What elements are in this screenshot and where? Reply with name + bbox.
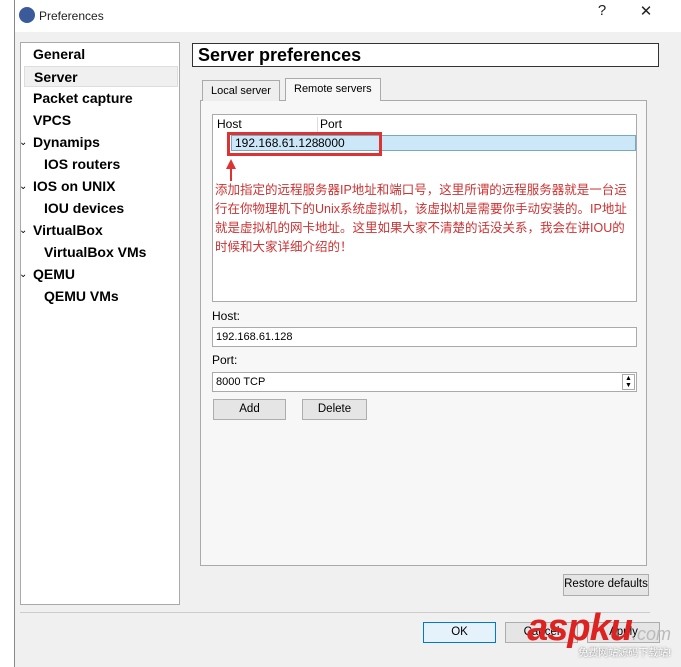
sidebar-item[interactable]: Packet capture — [33, 88, 133, 109]
sidebar-item[interactable]: ⌄ QEMU — [19, 264, 75, 285]
watermark-brand: aspku — [527, 607, 633, 649]
watermark-logo: aspku.com 免费网站源码下载站! — [527, 607, 671, 659]
sidebar-item[interactable]: ⌄ VirtualBox — [19, 220, 103, 241]
sidebar-item[interactable]: VPCS — [33, 110, 71, 131]
sidebar-item-label: Server — [34, 69, 78, 85]
spin-arrows-icon[interactable]: ▲ ▼ — [622, 374, 635, 390]
sidebar-item-label: VirtualBox — [33, 222, 103, 238]
port-value: 8000 TCP — [216, 376, 266, 388]
sidebar-item-label: Packet capture — [33, 90, 133, 106]
highlight-box — [227, 132, 382, 156]
chevron-down-icon[interactable]: ⌄ — [19, 264, 27, 285]
add-button[interactable]: Add — [213, 399, 286, 420]
watermark-suffix: .com — [631, 624, 671, 644]
sidebar-item[interactable]: ⌄ IOS on UNIX — [19, 176, 116, 197]
title-bar: Preferences ? ✕ — [15, 0, 681, 32]
chevron-down-icon[interactable]: ⌄ — [19, 220, 27, 241]
preferences-dialog: Preferences ? ✕ General Server Packet capt… — [14, 0, 681, 667]
delete-button[interactable]: Delete — [302, 399, 367, 420]
window-title: Preferences — [39, 9, 104, 23]
restore-defaults-button[interactable]: Restore defaults — [563, 574, 649, 596]
sidebar-item[interactable]: IOS routers — [44, 154, 120, 175]
help-button[interactable]: ? — [587, 2, 617, 19]
column-host: Host — [217, 117, 242, 131]
preferences-sidebar: General Server Packet capture VPCS ⌄ Dynamips… — [19, 42, 180, 605]
sidebar-item[interactable]: VirtualBox VMs — [44, 242, 146, 263]
sidebar-item-label: QEMU — [33, 266, 75, 282]
close-button[interactable]: ✕ — [631, 2, 661, 20]
host-label: Host: — [212, 309, 241, 323]
sidebar-item[interactable]: QEMU VMs — [44, 286, 119, 307]
tab-local-server[interactable]: Local server — [202, 80, 280, 101]
sidebar-item[interactable]: IOU devices — [44, 198, 124, 219]
column-port: Port — [317, 117, 342, 132]
sidebar-item[interactable]: Server — [24, 66, 178, 87]
chevron-down-icon[interactable]: ⌄ — [19, 176, 27, 197]
sidebar-item-label: QEMU VMs — [44, 288, 119, 304]
arrow-shaft — [230, 167, 232, 181]
sidebar-item-label: VirtualBox VMs — [44, 244, 147, 260]
host-input[interactable]: 192.168.61.128 — [212, 327, 637, 347]
sidebar-item-label: IOS routers — [44, 156, 121, 172]
sidebar-item[interactable]: General — [33, 44, 85, 65]
port-spinbox[interactable]: 8000 TCP ▲ ▼ — [212, 372, 637, 392]
chevron-down-icon[interactable]: ⌄ — [19, 132, 27, 153]
sidebar-item[interactable]: ⌄ Dynamips — [19, 132, 100, 153]
port-label: Port: — [212, 353, 238, 367]
server-list[interactable]: Host Port 192.168.61.128 8000 添加指定的远程服务器… — [212, 114, 637, 302]
tab-remote-servers[interactable]: Remote servers — [285, 78, 381, 101]
sidebar-item-label: VPCS — [33, 112, 72, 128]
app-icon — [19, 7, 35, 23]
page-title: Server preferences — [192, 43, 659, 67]
sidebar-item-label: IOS on UNIX — [33, 178, 116, 194]
ok-button[interactable]: OK — [423, 622, 496, 643]
annotation-text: 添加指定的远程服务器IP地址和端口号，这里所谓的远程服务器就是一台运行在你物理机… — [215, 183, 627, 254]
sidebar-item-label: General — [33, 46, 86, 62]
sidebar-item-label: IOU devices — [44, 200, 125, 216]
sidebar-item-label: Dynamips — [33, 134, 100, 150]
